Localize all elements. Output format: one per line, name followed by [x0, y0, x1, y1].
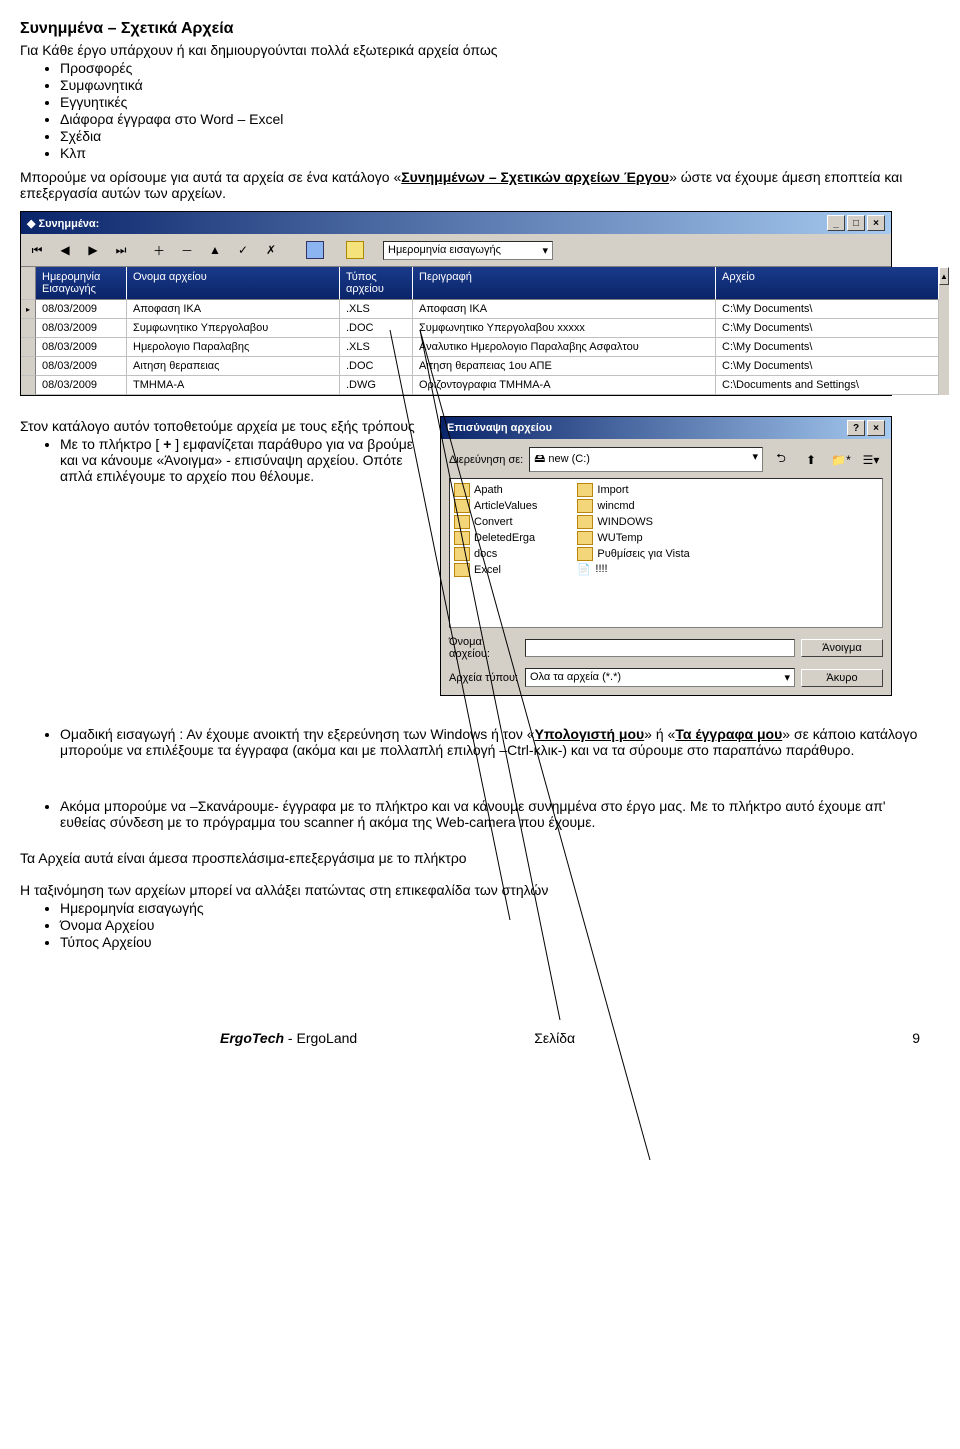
top-list: Προσφορές Συμφωνητικά Εγγυητικές Διάφορα… [20, 60, 920, 161]
method-scan: Ακόμα μπορούμε να –Σκανάρουμε- έγγραφα μ… [60, 798, 920, 830]
sort-note: Η ταξινόμηση των αρχείων μπορεί να αλλάξ… [20, 882, 920, 898]
filename-input[interactable] [525, 639, 795, 657]
table-row[interactable]: 08/03/2009ΤΜΗΜΑ-Α.DWGΟριζοντογραφια ΤΜΗΜ… [21, 376, 939, 395]
lookin-combo[interactable]: 🖴 new (C:) ▾ [529, 447, 763, 472]
list-item: Ημερομηνία εισαγωγής [60, 900, 920, 916]
save-button[interactable]: ✓ [231, 238, 255, 262]
folder-item[interactable]: WINDOWS [577, 515, 689, 529]
table-row[interactable]: 08/03/2009Αιτηση θεραπειας.DOCΑιτηση θερ… [21, 357, 939, 376]
list-item: Διάφορα έγγραφα στο Word – Excel [60, 111, 920, 127]
chevron-down-icon: ▾ [542, 244, 548, 257]
dialog-title: Επισύναψη αρχείου [447, 422, 552, 434]
table-row[interactable]: 08/03/2009Συμφωνητικο Υπεργολαβου.DOCΣυμ… [21, 319, 939, 338]
method-plus: Με το πλήκτρο [ + ] εμφανίζεται παράθυρο… [60, 436, 420, 484]
delete-button[interactable]: － [175, 238, 199, 262]
add-button[interactable]: ＋ [147, 238, 171, 262]
page-footer: ErgoTech - ErgoLand Σελίδα 9 [20, 1030, 920, 1046]
attachments-window: ◆ Συνημμένα: _ □ × ⏮ ◀ ▶ ⏭ ＋ － ▲ ✓ ✗ Ημε… [20, 211, 892, 396]
accessible-note: Τα Αρχεία αυτά είναι άμεσα προσπελάσιμα-… [20, 850, 920, 866]
folder-item[interactable]: docs [454, 547, 537, 561]
filename-label: Όνομα αρχείου: [449, 636, 519, 660]
up-button[interactable]: ⬆ [799, 448, 823, 472]
close-button[interactable]: × [867, 215, 885, 231]
page-title: Συνημμένα – Σχετικά Αρχεία [20, 20, 920, 38]
dialog-titlebar: Επισύναψη αρχείου ? × [441, 417, 891, 439]
filetype-label: Αρχεία τύπου: [449, 672, 519, 684]
help-button[interactable]: ? [847, 420, 865, 436]
prev-button[interactable]: ◀ [53, 238, 77, 262]
file-pane[interactable]: Apath ArticleValues Convert DeletedErga docs… [449, 478, 883, 628]
col-date[interactable]: Ημερομηνία Εισαγωγής [36, 267, 127, 300]
maximize-button[interactable]: □ [847, 215, 865, 231]
first-button[interactable]: ⏮ [25, 238, 49, 262]
minimize-button[interactable]: _ [827, 215, 845, 231]
back-button[interactable]: ⮌ [769, 448, 793, 472]
col-type[interactable]: Τύπος αρχείου [340, 267, 413, 300]
folder-item[interactable]: Ρυθμίσεις για Vista [577, 547, 689, 561]
scrollbar[interactable]: ▲ [939, 267, 949, 395]
methods-intro: Στον κατάλογο αυτόν τοποθετούμε αρχεία μ… [20, 418, 420, 434]
para-catalog: Μπορούμε να ορίσουμε για αυτά τα αρχεία … [20, 169, 920, 201]
new-folder-button[interactable]: 📁* [829, 448, 853, 472]
method-group: Ομαδική εισαγωγή : Αν έχουμε ανοικτή την… [60, 726, 920, 758]
list-item: Όνομα Αρχείου [60, 917, 920, 933]
sort-field[interactable]: Ημερομηνία εισαγωγής▾ [383, 241, 553, 260]
view-button[interactable]: ☰▾ [859, 448, 883, 472]
list-item: Σχέδια [60, 128, 920, 144]
list-item: Εγγυητικές [60, 94, 920, 110]
folder-item[interactable]: 📄!!!! [577, 563, 689, 575]
open-button[interactable]: Άνοιγμα [801, 639, 883, 657]
chevron-down-icon: ▾ [784, 671, 790, 684]
cancel-button[interactable]: ✗ [259, 238, 283, 262]
window-title: Συνημμένα: [39, 218, 100, 230]
col-desc[interactable]: Περιγραφή [413, 267, 716, 300]
titlebar: ◆ Συνημμένα: _ □ × [21, 212, 891, 234]
folder-item[interactable]: Excel [454, 563, 537, 577]
toolbar: ⏮ ◀ ▶ ⏭ ＋ － ▲ ✓ ✗ Ημερομηνία εισαγωγής▾ [21, 234, 891, 267]
filetype-combo[interactable]: Ολα τα αρχεία (*.*)▾ [525, 668, 795, 687]
col-name[interactable]: Ονομα αρχείου [127, 267, 340, 300]
intro-text: Για Κάθε έργο υπάρχουν ή και δημιουργούν… [20, 42, 920, 58]
folder-item[interactable]: Apath [454, 483, 537, 497]
table-row[interactable]: 08/03/2009Ημερολογιο Παραλαβης.XLSΑναλυτ… [21, 338, 939, 357]
table-row[interactable]: ▸08/03/2009Αποφαση ΙΚΑ.XLSΑποφαση ΙΚΑC:\… [21, 300, 939, 319]
folder-item[interactable]: Import [577, 483, 689, 497]
list-item: Συμφωνητικά [60, 77, 920, 93]
grid-body: ▸08/03/2009Αποφαση ΙΚΑ.XLSΑποφαση ΙΚΑC:\… [21, 300, 939, 395]
next-button[interactable]: ▶ [81, 238, 105, 262]
folder-item[interactable]: wincmd [577, 499, 689, 513]
edit-button[interactable]: ▲ [203, 238, 227, 262]
list-item: Τύπος Αρχείου [60, 934, 920, 950]
folder-item[interactable]: DeletedErga [454, 531, 537, 545]
folder-item[interactable]: Convert [454, 515, 537, 529]
chevron-down-icon: ▾ [752, 450, 758, 469]
lookin-label: Διερεύνηση σε: [449, 454, 523, 466]
app-icon: ◆ [27, 218, 35, 230]
list-item: Κλπ [60, 145, 920, 161]
last-button[interactable]: ⏭ [109, 238, 133, 262]
grid-header: Ημερομηνία Εισαγωγής Ονομα αρχείου Τύπος… [21, 267, 939, 300]
folder-item[interactable]: WUTemp [577, 531, 689, 545]
file-dialog: Επισύναψη αρχείου ? × Διερεύνηση σε: 🖴 n… [440, 416, 892, 696]
cancel-button[interactable]: Άκυρο [801, 669, 883, 687]
scan-button[interactable] [303, 238, 327, 262]
open-file-button[interactable] [343, 238, 367, 262]
list-item: Προσφορές [60, 60, 920, 76]
close-button[interactable]: × [867, 420, 885, 436]
folder-item[interactable]: ArticleValues [454, 499, 537, 513]
col-file[interactable]: Αρχείο [716, 267, 939, 300]
